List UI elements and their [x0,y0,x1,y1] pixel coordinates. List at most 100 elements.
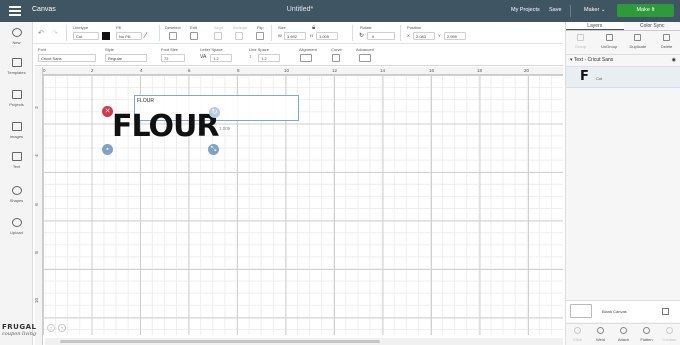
width-prefix: W [278,33,282,38]
document-title: Untitled* [286,6,314,13]
slice-icon [574,327,581,334]
line-space-input[interactable]: 1.2 [258,54,280,62]
trash-icon [663,34,671,41]
sidebar-item-text[interactable]: Text [0,152,33,169]
shirt-icon [11,58,22,67]
letter-space-input[interactable]: 1.2 [210,54,232,62]
blank-canvas-row[interactable]: Blank Canvas [566,300,680,322]
linetype-label: Linetype [73,25,89,30]
y-prefix: Y [438,33,441,38]
height-prefix: H [310,33,313,38]
advanced-icon[interactable] [359,54,371,62]
flip-icon[interactable] [256,32,264,40]
delete-handle-icon[interactable]: ✕ [102,106,113,117]
layers-panel: Layers Color Sync Group UnGroup Duplicat… [565,22,680,345]
text-object[interactable]: FLOUR [112,112,220,142]
sidebar-item-templates[interactable]: Templates [0,58,33,75]
group-icon [576,34,584,41]
color-swatch[interactable] [102,32,110,40]
font-select[interactable]: Cricut Sans [38,54,96,62]
make-it-button[interactable]: Make It [617,4,674,17]
sidebar-item-images[interactable]: Images [0,122,33,139]
contour-button[interactable]: Contour [658,324,680,345]
delete-button[interactable]: Delete [652,31,680,54]
sidebar-item-shapes[interactable]: Shapes [0,186,33,203]
canvas-swatch[interactable] [570,304,592,318]
deselect-icon[interactable] [169,32,177,40]
rotate-handle-icon[interactable]: ↻ [209,107,220,118]
layer-group-header[interactable]: ▾ Text - Cricut Sans ◉ [566,56,680,65]
edit-toolbar: ↶ ↷ Linetype Cut Fill No Fill ⁄ Deselect… [0,22,563,44]
undo-icon[interactable]: ↶ [38,29,46,37]
text-toolbar: Font Cricut Sans Style Regular Font Size… [35,44,563,66]
lock-ratio-icon[interactable]: 🔒︎ [312,25,315,32]
height-input[interactable]: 1.005 [316,32,338,40]
ruler-left: 2 4 6 8 10 [34,67,43,345]
weld-button[interactable]: Weld [589,324,612,345]
blank-canvas-label: Blank Canvas [602,309,627,314]
alignment-icon[interactable] [300,54,312,62]
flatten-button[interactable]: Flatten [635,324,658,345]
letter-space-label: Letter Space [200,47,223,52]
layer-item[interactable]: F Cut [566,66,680,88]
layer-actions: Group UnGroup Duplicate Delete [566,31,680,55]
edit-label: Edit [190,25,197,30]
line-space-label: Line Space [249,47,270,52]
no-fill-icon[interactable]: ⁄ [145,32,153,40]
curve-icon[interactable] [332,54,340,62]
arrange-label: Arrange [233,25,248,30]
x-prefix: X [407,33,410,38]
chevron-down-icon: ▾ [570,57,573,63]
shapes-icon [11,186,22,195]
sidebar-item-upload[interactable]: Upload [0,218,33,235]
flip-label: Flip [257,25,264,30]
tab-color-sync[interactable]: Color Sync [624,22,680,30]
layer-thumbnail: F [580,69,589,84]
divider [570,5,571,17]
zoom-out-icon[interactable]: − [47,324,55,332]
design-canvas[interactable] [35,67,563,335]
alignment-label: Alignment [299,47,317,52]
scrollbar-thumb[interactable] [60,340,380,343]
arrange-icon[interactable] [235,32,243,40]
sidebar-item-new[interactable]: New [0,28,33,45]
attach-button[interactable]: Attach [612,324,635,345]
panel-tabs: Layers Color Sync [566,22,680,31]
contour-icon [666,327,673,334]
brand-logo: FRUGAL coupon living [2,323,37,337]
redo-icon[interactable]: ↷ [52,29,60,37]
edit-icon[interactable] [190,32,198,40]
font-size-input[interactable]: 72 [161,54,185,62]
my-projects-link[interactable]: My Projects [511,7,540,13]
lock-handle-icon[interactable]: ▪ [102,144,113,155]
y-position-input[interactable]: 2.999 [444,32,466,40]
ruler-top: 0 2 4 6 8 10 12 14 16 18 20 [35,67,563,75]
group-button[interactable]: Group [566,31,595,54]
rotate-input[interactable]: 0 [367,32,395,40]
canvas-settings-icon[interactable] [662,308,669,315]
ungroup-button[interactable]: UnGroup [595,31,624,54]
duplicate-icon [634,34,642,41]
top-bar: Canvas Untitled* My Projects Save Maker … [0,0,680,22]
duplicate-button[interactable]: Duplicate [624,31,653,54]
font-label: Font [38,47,47,52]
eye-icon[interactable]: ◉ [672,56,676,65]
linetype-select[interactable]: Cut [73,32,99,40]
text-icon [11,152,22,161]
attach-icon [620,327,627,334]
machine-select[interactable]: Maker ⌄ [584,7,605,13]
save-link[interactable]: Save [549,7,562,13]
align-icon[interactable] [214,32,222,40]
bottom-actions: Slice Weld Attach Flatten Contour [566,323,680,345]
flatten-icon [643,327,650,334]
resize-handle-icon[interactable]: ⤡ [208,144,219,155]
slice-button[interactable]: Slice [566,324,589,345]
x-position-input[interactable]: 2.083 [413,32,435,40]
tab-layers[interactable]: Layers [566,22,624,30]
weld-icon [597,327,604,334]
fill-select[interactable]: No Fill [116,32,142,40]
sidebar-item-projects[interactable]: Projects [0,90,33,107]
width-input[interactable]: 3.692 [284,32,306,40]
zoom-in-icon[interactable]: + [58,324,66,332]
style-select[interactable]: Regular [105,54,147,62]
